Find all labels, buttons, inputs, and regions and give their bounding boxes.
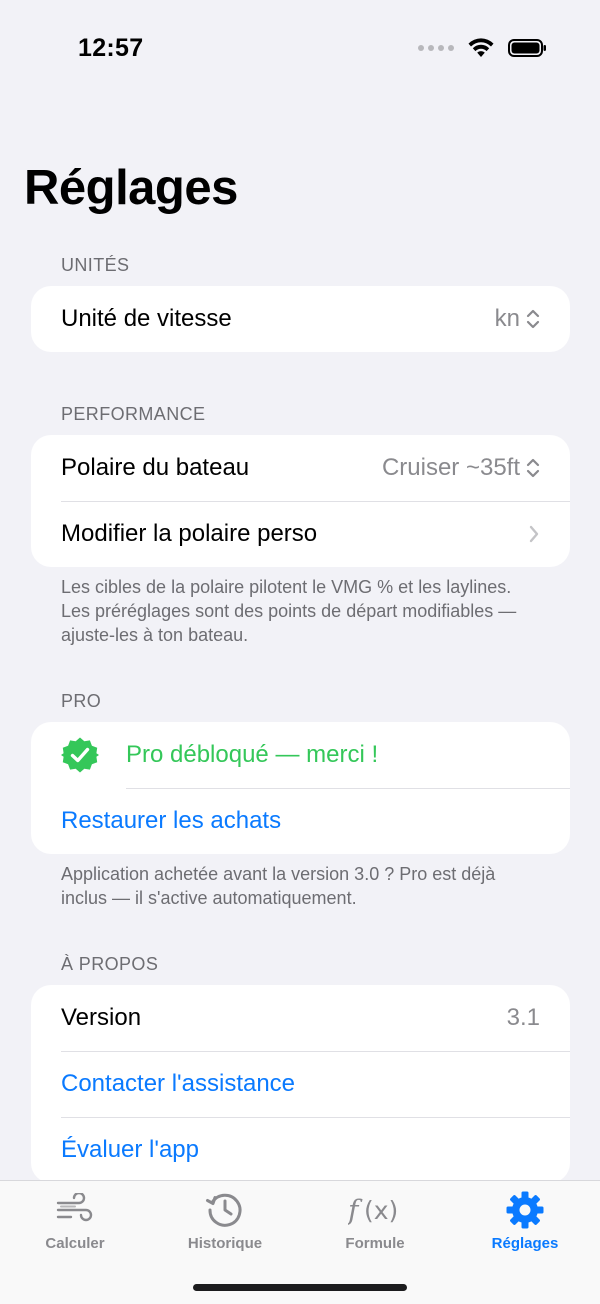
- boat-polar-value: Cruiser ~35ft: [381, 454, 520, 481]
- units-group: Unité de vitesse kn: [31, 286, 570, 352]
- wind-icon: [56, 1193, 93, 1222]
- edit-custom-polar-label: Modifier la polaire perso: [61, 520, 318, 547]
- version-label: Version: [61, 1004, 142, 1031]
- status-bar: 12:57: [0, 0, 600, 96]
- history-clock-icon: [206, 1193, 242, 1227]
- contact-support-button[interactable]: Contacter l'assistance: [31, 1051, 570, 1117]
- speed-unit-label: Unité de vitesse: [61, 305, 232, 332]
- tab-label: Réglages: [491, 1235, 559, 1252]
- pro-unlocked-label: Pro débloqué — merci !: [126, 741, 379, 768]
- tab-historique[interactable]: Historique: [150, 1189, 300, 1259]
- rate-app-label: Évaluer l'app: [61, 1136, 199, 1163]
- section-header-pro: PRO: [61, 691, 102, 711]
- tab-calculer[interactable]: Calculer: [0, 1189, 150, 1259]
- tab-formule[interactable]: ƒ (x) Formule: [300, 1189, 450, 1259]
- tab-label: Calculer: [45, 1235, 105, 1252]
- version-row: Version 3.1: [31, 985, 570, 1051]
- about-group: Version 3.1 Contacter l'assistance Évalu…: [31, 985, 570, 1183]
- pro-footer-note: Application achetée avant la version 3.0…: [61, 864, 496, 908]
- page-title: Réglages: [24, 161, 238, 215]
- battery-icon: [508, 39, 546, 57]
- status-time: 12:57: [78, 34, 144, 62]
- section-header-performance: PERFORMANCE: [61, 404, 206, 424]
- performance-footer-note: Les cibles de la polaire pilotent le VMG…: [61, 577, 517, 645]
- settings-screen: 12:57 Réglages UNITÉS Unité de vitesse k…: [0, 0, 600, 1304]
- home-indicator: [193, 1284, 407, 1291]
- gear-icon: [506, 1191, 544, 1229]
- speed-unit-picker[interactable]: kn: [495, 305, 540, 333]
- restore-purchases-button[interactable]: Restaurer les achats: [31, 788, 570, 854]
- pro-group: Pro débloqué — merci ! Restaurer les ach…: [31, 722, 570, 854]
- restore-purchases-label: Restaurer les achats: [61, 807, 282, 834]
- performance-group: Polaire du bateau Cruiser ~35ft Modifier…: [31, 435, 570, 567]
- boat-polar-row[interactable]: Polaire du bateau Cruiser ~35ft: [31, 435, 570, 501]
- wifi-icon: [468, 38, 494, 57]
- speed-unit-value: kn: [494, 305, 520, 332]
- rate-app-button[interactable]: Évaluer l'app: [31, 1117, 570, 1183]
- tab-label: Formule: [345, 1235, 405, 1252]
- version-value: 3.1: [506, 1004, 540, 1031]
- verified-seal-icon: [61, 737, 99, 773]
- chevron-up-down-icon: [526, 458, 540, 478]
- function-icon: ƒ (x): [348, 1194, 398, 1227]
- section-header-units: UNITÉS: [61, 255, 130, 275]
- edit-custom-polar-row[interactable]: Modifier la polaire perso: [31, 501, 570, 567]
- boat-polar-picker[interactable]: Cruiser ~35ft: [382, 454, 540, 482]
- section-header-about: À PROPOS: [61, 954, 159, 974]
- chevron-right-icon: [529, 525, 539, 543]
- tab-reglages[interactable]: Réglages: [450, 1189, 600, 1259]
- status-icons: [418, 38, 548, 58]
- chevron-up-down-icon: [526, 309, 540, 329]
- svg-text:ƒ: ƒ: [348, 1194, 363, 1227]
- tab-label: Historique: [187, 1235, 263, 1252]
- speed-unit-row[interactable]: Unité de vitesse kn: [31, 286, 570, 352]
- contact-support-label: Contacter l'assistance: [61, 1070, 296, 1097]
- svg-text:(x): (x): [364, 1196, 398, 1225]
- cellular-signal-icon: [418, 45, 454, 51]
- pro-unlocked-row: Pro débloqué — merci !: [31, 722, 570, 788]
- boat-polar-label: Polaire du bateau: [61, 454, 250, 481]
